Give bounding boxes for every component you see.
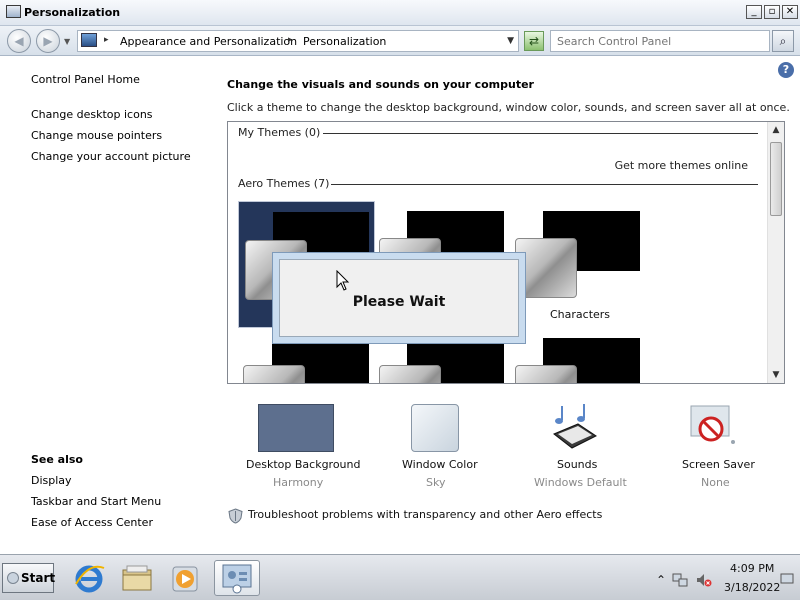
folder-icon	[122, 565, 152, 591]
window-color-swatch-icon	[411, 404, 459, 452]
theme-preview-window	[515, 365, 577, 383]
screen-saver-setting[interactable]: Screen Saver None	[675, 402, 755, 492]
search-icon: ⌕	[779, 34, 787, 48]
screen-saver-value: None	[701, 476, 730, 489]
sounds-label[interactable]: Sounds	[557, 458, 597, 471]
desktop-background-label[interactable]: Desktop Background	[246, 458, 361, 471]
control-panel-icon	[6, 5, 21, 18]
breadcrumb-separator-icon[interactable]: ▸	[288, 35, 293, 45]
refresh-button[interactable]: ⇄	[524, 31, 544, 51]
theme-preview-window	[379, 365, 441, 383]
address-bar[interactable]: ▸ Appearance and Personalization ▸ Perso…	[77, 30, 519, 52]
theme-label: Characters	[550, 308, 611, 321]
control-panel-icon	[81, 33, 97, 47]
desktop-background-swatch-icon	[258, 404, 334, 452]
volume-muted-icon[interactable]	[696, 572, 712, 588]
theme-tile[interactable]	[515, 338, 645, 383]
clock-date[interactable]: 3/18/2022	[724, 581, 780, 594]
navigation-bar: ◀ ▶ ▼ ▸ Appearance and Personalization ▸…	[0, 26, 800, 56]
scroll-up-icon[interactable]: ▲	[768, 122, 784, 138]
maximize-button[interactable]: ▫	[764, 5, 780, 19]
recent-pages-dropdown-icon[interactable]: ▼	[64, 37, 70, 46]
breadcrumb-personalization[interactable]: Personalization	[303, 35, 386, 48]
help-icon[interactable]: ?	[778, 62, 794, 78]
dialog-message: Please Wait	[352, 294, 446, 310]
media-player-icon	[172, 566, 198, 592]
screensaver-none-icon	[690, 405, 735, 444]
taskbar: Start ⌃ 4:09 PM 3/18/2022	[0, 554, 800, 600]
window-color-setting[interactable]: Window Color Sky	[395, 402, 478, 492]
window-title: Personalization	[24, 6, 121, 19]
clock-time[interactable]: 4:09 PM	[730, 562, 774, 575]
aero-themes-group-label[interactable]: Aero Themes (7)	[238, 177, 329, 190]
back-arrow-icon: ◀	[14, 34, 24, 48]
desktop-background-setting[interactable]: Desktop Background Harmony	[240, 402, 361, 492]
internet-explorer-button[interactable]	[70, 560, 108, 596]
desktop-background-value: Harmony	[273, 476, 324, 489]
taskbar-start-menu-link[interactable]: Taskbar and Start Menu	[31, 495, 161, 508]
windows-explorer-button[interactable]	[118, 560, 156, 596]
sounds-setting[interactable]: Sounds Windows Default	[530, 402, 630, 492]
action-center-icon[interactable]	[780, 572, 794, 586]
search-button[interactable]: ⌕	[772, 30, 794, 52]
mouse-cursor-icon	[336, 270, 350, 291]
close-button[interactable]: ✕	[782, 5, 798, 19]
page-description: Click a theme to change the desktop back…	[227, 101, 790, 114]
window-color-value: Sky	[426, 476, 446, 489]
change-mouse-pointers-link[interactable]: Change mouse pointers	[31, 129, 162, 142]
control-panel-home-link[interactable]: Control Panel Home	[31, 73, 140, 86]
display-link[interactable]: Display	[31, 474, 72, 487]
change-desktop-icons-link[interactable]: Change desktop icons	[31, 108, 153, 121]
breadcrumb-root-arrow-icon[interactable]: ▸	[104, 35, 109, 45]
group-divider	[323, 133, 758, 134]
screen-saver-label[interactable]: Screen Saver	[682, 458, 755, 471]
search-input[interactable]	[550, 30, 770, 52]
breadcrumb-appearance[interactable]: Appearance and Personalization	[120, 35, 297, 48]
forward-arrow-icon: ▶	[43, 34, 53, 48]
notification-area: ⌃ 4:09 PM 3/18/2022	[650, 559, 798, 597]
please-wait-dialog: Please Wait	[272, 252, 526, 344]
music-notes-icon	[553, 404, 597, 449]
left-task-pane: Control Panel Home Change desktop icons …	[0, 57, 214, 547]
change-account-picture-link[interactable]: Change your account picture	[31, 150, 191, 163]
back-button[interactable]: ◀	[7, 29, 31, 53]
scroll-down-icon[interactable]: ▼	[768, 367, 784, 383]
theme-preview-window	[243, 365, 305, 383]
shield-icon	[228, 508, 243, 524]
window-color-label[interactable]: Window Color	[402, 458, 478, 471]
theme-tile[interactable]	[243, 338, 373, 383]
forward-button[interactable]: ▶	[36, 29, 60, 53]
dialog-body: Please Wait	[279, 259, 519, 337]
network-icon[interactable]	[672, 572, 688, 588]
my-themes-group-label[interactable]: My Themes (0)	[238, 126, 320, 139]
page-title: Change the visuals and sounds on your co…	[227, 78, 534, 91]
address-dropdown-icon[interactable]: ▼	[507, 36, 514, 46]
internet-explorer-icon	[75, 565, 105, 593]
window-controls: _ ▫ ✕	[746, 5, 798, 19]
see-also-heading: See also	[31, 453, 83, 466]
theme-tile[interactable]	[379, 338, 509, 383]
windows-logo-icon	[7, 572, 19, 584]
title-bar: Personalization _ ▫ ✕	[0, 0, 800, 26]
ease-of-access-link[interactable]: Ease of Access Center	[31, 516, 153, 529]
minimize-button[interactable]: _	[746, 5, 762, 19]
media-player-button[interactable]	[166, 560, 204, 596]
start-button[interactable]: Start	[2, 563, 56, 593]
get-more-themes-link[interactable]: Get more themes online	[615, 159, 748, 172]
control-panel-icon	[222, 564, 252, 594]
start-label: Start	[21, 571, 56, 585]
group-divider	[331, 184, 758, 185]
scrollbar-thumb[interactable]	[770, 142, 782, 216]
theme-tile-characters[interactable]: Characters	[515, 211, 645, 321]
sounds-value: Windows Default	[534, 476, 627, 489]
control-panel-taskbar-button[interactable]	[214, 560, 260, 596]
troubleshoot-transparency-link[interactable]: Troubleshoot problems with transparency …	[248, 508, 602, 521]
vertical-scrollbar[interactable]: ▲ ▼	[767, 122, 784, 383]
show-hidden-icons-icon[interactable]: ⌃	[656, 573, 666, 587]
